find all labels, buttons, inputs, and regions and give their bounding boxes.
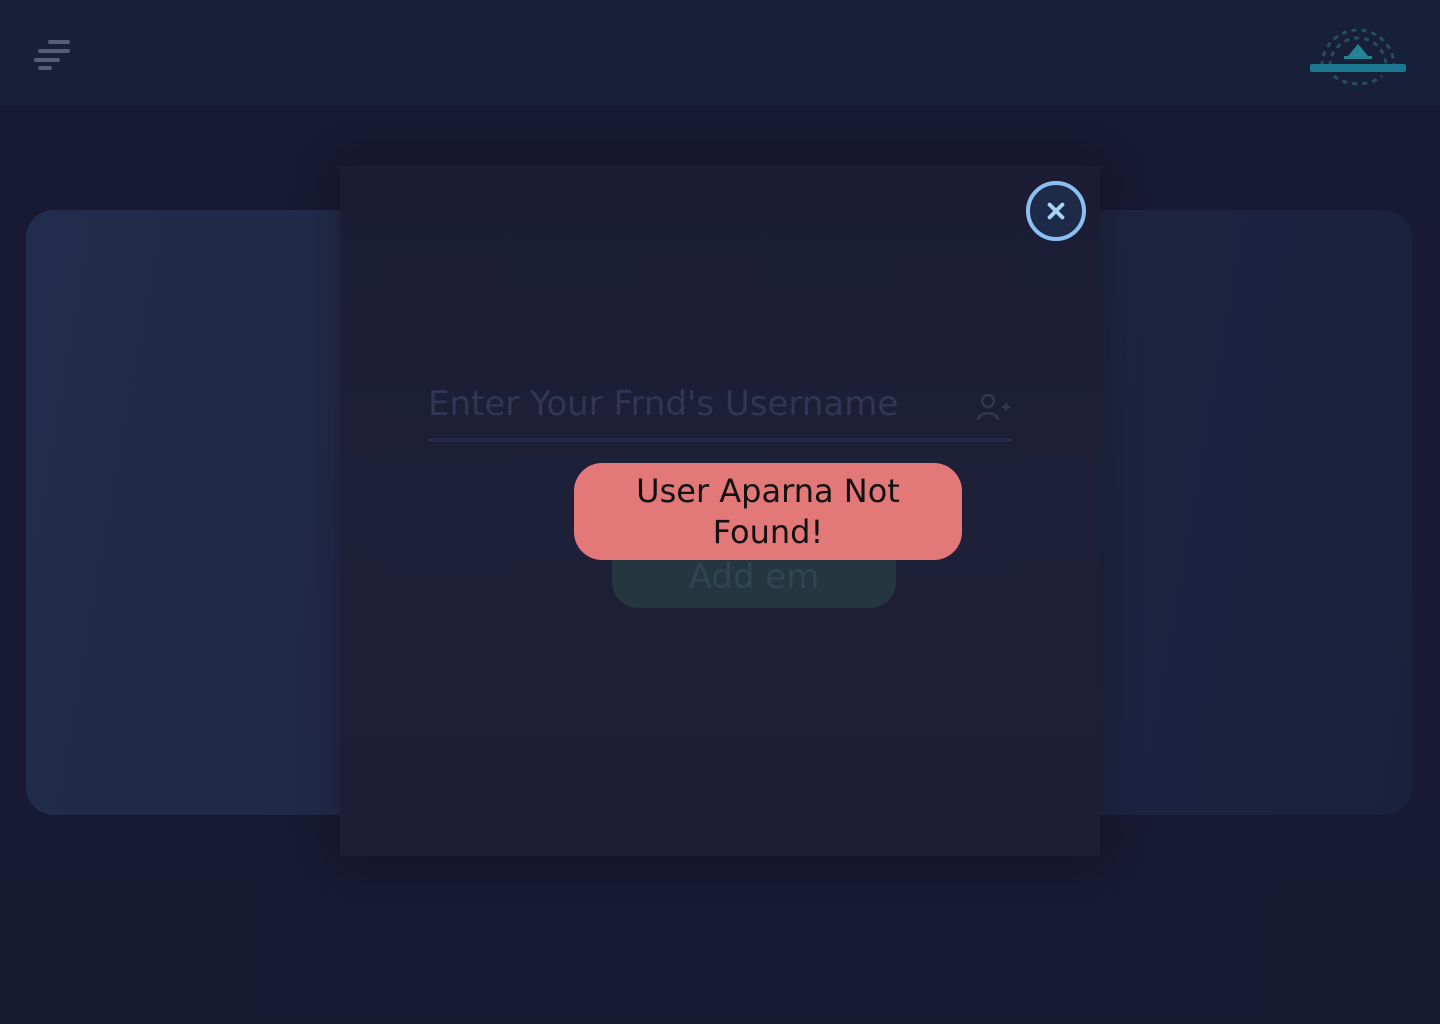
friend-username-input[interactable]: [428, 380, 1012, 442]
close-icon[interactable]: [1026, 181, 1086, 241]
toast-message: User Aparna Not Found!: [636, 471, 900, 551]
add-user-icon: [976, 393, 1010, 421]
error-toast: User Aparna Not Found!: [574, 463, 962, 560]
